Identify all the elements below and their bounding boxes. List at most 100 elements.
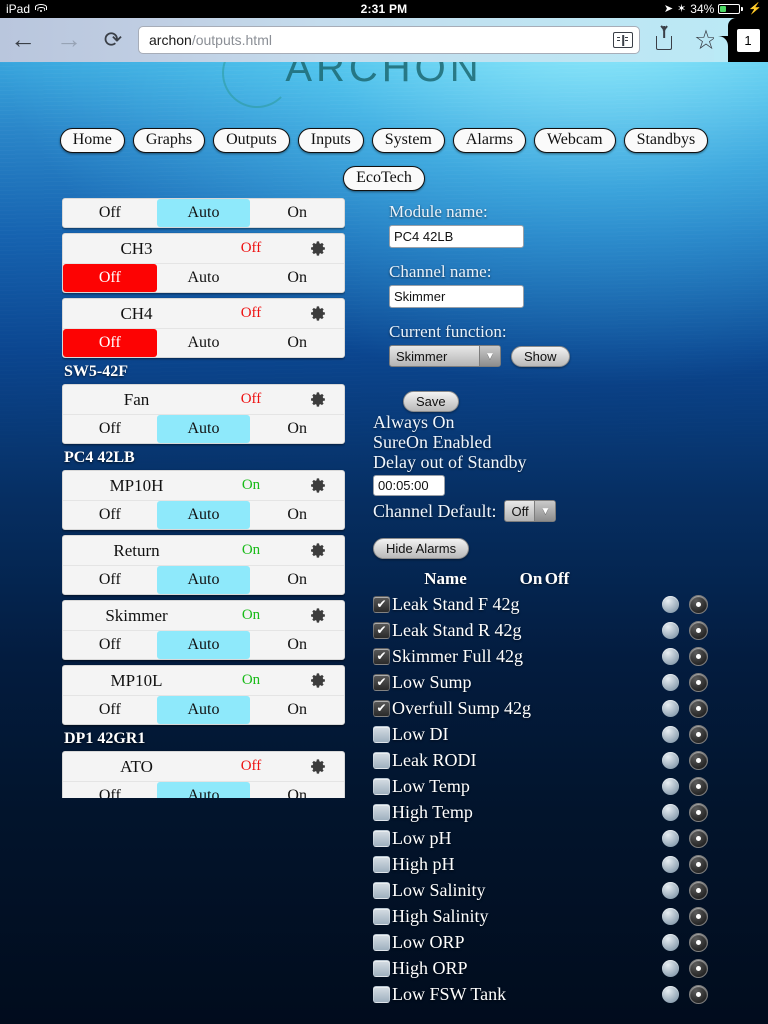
gear-icon[interactable] — [296, 542, 340, 559]
nav-item-webcam[interactable]: Webcam — [533, 128, 616, 154]
alarm-radio-off[interactable] — [689, 906, 708, 926]
channel-mode-on[interactable]: On — [250, 415, 344, 443]
nav-item-ecotech[interactable]: EcoTech — [343, 166, 425, 192]
channel-mode-on[interactable]: On — [250, 264, 344, 292]
module-name-input[interactable] — [389, 225, 524, 248]
share-icon[interactable] — [644, 18, 684, 62]
reader-view-icon[interactable] — [613, 32, 633, 48]
alarm-enable-checkbox[interactable] — [373, 647, 390, 665]
channel-mode-auto[interactable]: Auto — [156, 501, 251, 529]
channel-mode-auto[interactable]: Auto — [156, 566, 251, 594]
alarm-radio-off[interactable] — [689, 880, 708, 900]
alarm-radio-on[interactable] — [662, 777, 679, 795]
alarm-enable-checkbox[interactable] — [373, 803, 390, 821]
alarm-enable-checkbox[interactable] — [373, 881, 390, 899]
channel-mode-off[interactable]: Off — [63, 415, 157, 443]
alarm-radio-on[interactable] — [662, 985, 679, 1003]
alarm-radio-off[interactable] — [689, 828, 708, 848]
alarm-enable-checkbox[interactable] — [373, 725, 390, 743]
alarm-enable-checkbox[interactable] — [373, 829, 390, 847]
alarm-enable-checkbox[interactable] — [373, 855, 390, 873]
channel-mode-off[interactable]: Off — [63, 501, 157, 529]
alarm-enable-checkbox[interactable] — [373, 777, 390, 795]
alarm-radio-off[interactable] — [689, 646, 708, 666]
alarm-enable-checkbox[interactable] — [373, 751, 390, 769]
alarm-radio-off[interactable] — [689, 724, 708, 744]
channel-mode-on[interactable]: On — [250, 782, 344, 798]
channel-mode-auto[interactable]: Auto — [156, 782, 251, 798]
back-arrow-icon[interactable]: ← — [0, 18, 46, 62]
alarm-radio-on[interactable] — [662, 933, 679, 951]
gear-icon[interactable] — [296, 758, 340, 775]
alarm-enable-checkbox[interactable] — [373, 959, 390, 977]
alarm-radio-off[interactable] — [689, 802, 708, 822]
nav-item-alarms[interactable]: Alarms — [452, 128, 526, 154]
nav-item-outputs[interactable]: Outputs — [213, 128, 290, 154]
reload-icon[interactable]: ⟳ — [92, 18, 134, 62]
gear-icon[interactable] — [296, 391, 340, 408]
nav-item-home[interactable]: Home — [59, 128, 125, 154]
alarm-radio-on[interactable] — [662, 673, 679, 691]
alarm-radio-off[interactable] — [689, 698, 708, 718]
tab-count-button[interactable]: 1 — [728, 18, 768, 62]
gear-icon[interactable] — [296, 672, 340, 689]
hide-alarms-button[interactable]: Hide Alarms — [373, 538, 470, 560]
alarm-enable-checkbox[interactable] — [373, 595, 390, 613]
alarm-radio-off[interactable] — [689, 672, 708, 692]
gear-icon[interactable] — [296, 240, 340, 257]
channel-mode-off[interactable]: Off — [63, 329, 157, 357]
alarm-radio-off[interactable] — [689, 854, 708, 874]
channel-mode-on[interactable]: On — [250, 329, 344, 357]
gear-icon[interactable] — [296, 607, 340, 624]
gear-icon[interactable] — [296, 305, 340, 322]
address-bar[interactable]: archon/outputs.html — [138, 26, 640, 54]
channel-mode-off[interactable]: Off — [63, 696, 157, 724]
alarm-radio-on[interactable] — [662, 959, 679, 977]
alarm-enable-checkbox[interactable] — [373, 933, 390, 951]
channel-mode-auto[interactable]: Auto — [156, 631, 251, 659]
channel-mode-auto[interactable]: Auto — [157, 329, 251, 357]
channel-mode-auto[interactable]: Auto — [156, 696, 251, 724]
alarm-radio-on[interactable] — [662, 725, 679, 743]
alarm-radio-on[interactable] — [662, 829, 679, 847]
alarm-enable-checkbox[interactable] — [373, 673, 390, 691]
channel-name-input[interactable] — [389, 285, 524, 308]
channel-mode-off[interactable]: Off — [63, 264, 157, 292]
channel-mode-on[interactable]: On — [250, 696, 344, 724]
forward-arrow-icon[interactable]: → — [46, 18, 92, 62]
channel-mode-auto[interactable]: Auto — [156, 415, 251, 443]
alarm-enable-checkbox[interactable] — [373, 907, 390, 925]
nav-item-inputs[interactable]: Inputs — [297, 128, 364, 154]
show-button[interactable]: Show — [511, 345, 570, 367]
save-button[interactable]: Save — [403, 391, 459, 412]
channel-mode-on[interactable]: On — [250, 501, 344, 529]
channel-mode-auto[interactable]: Auto — [157, 264, 251, 292]
channel-mode-off[interactable]: Off — [63, 782, 157, 798]
alarm-radio-off[interactable] — [689, 984, 708, 1004]
alarm-radio-off[interactable] — [689, 750, 708, 770]
channel-mode-on[interactable]: On — [250, 631, 344, 659]
alarm-radio-off[interactable] — [689, 958, 708, 978]
alarm-radio-on[interactable] — [662, 699, 679, 717]
alarm-enable-checkbox[interactable] — [373, 621, 390, 639]
alarm-radio-on[interactable] — [662, 907, 679, 925]
nav-item-standbys[interactable]: Standbys — [623, 128, 709, 154]
alarm-radio-on[interactable] — [662, 881, 679, 899]
gear-icon[interactable] — [296, 477, 340, 494]
alarm-radio-off[interactable] — [689, 594, 708, 614]
channel-list[interactable]: Off Auto On CH3 Off Off Auto On CH4 Off Off Auto On S… — [62, 198, 345, 798]
channel-mode-on[interactable]: On — [250, 199, 344, 227]
channel-mode-off[interactable]: Off — [63, 566, 157, 594]
channel-mode-off[interactable]: Off — [63, 199, 157, 227]
alarm-enable-checkbox[interactable] — [373, 985, 390, 1003]
channel-mode-on[interactable]: On — [250, 566, 344, 594]
alarm-radio-on[interactable] — [662, 855, 679, 873]
alarm-radio-on[interactable] — [662, 621, 679, 639]
alarm-radio-on[interactable] — [662, 595, 679, 613]
alarm-radio-on[interactable] — [662, 751, 679, 769]
alarm-enable-checkbox[interactable] — [373, 699, 390, 717]
alarm-radio-on[interactable] — [662, 803, 679, 821]
nav-item-graphs[interactable]: Graphs — [132, 128, 206, 154]
channel-mode-off[interactable]: Off — [63, 631, 157, 659]
current-function-select[interactable]: Skimmer ▼ — [389, 345, 501, 367]
